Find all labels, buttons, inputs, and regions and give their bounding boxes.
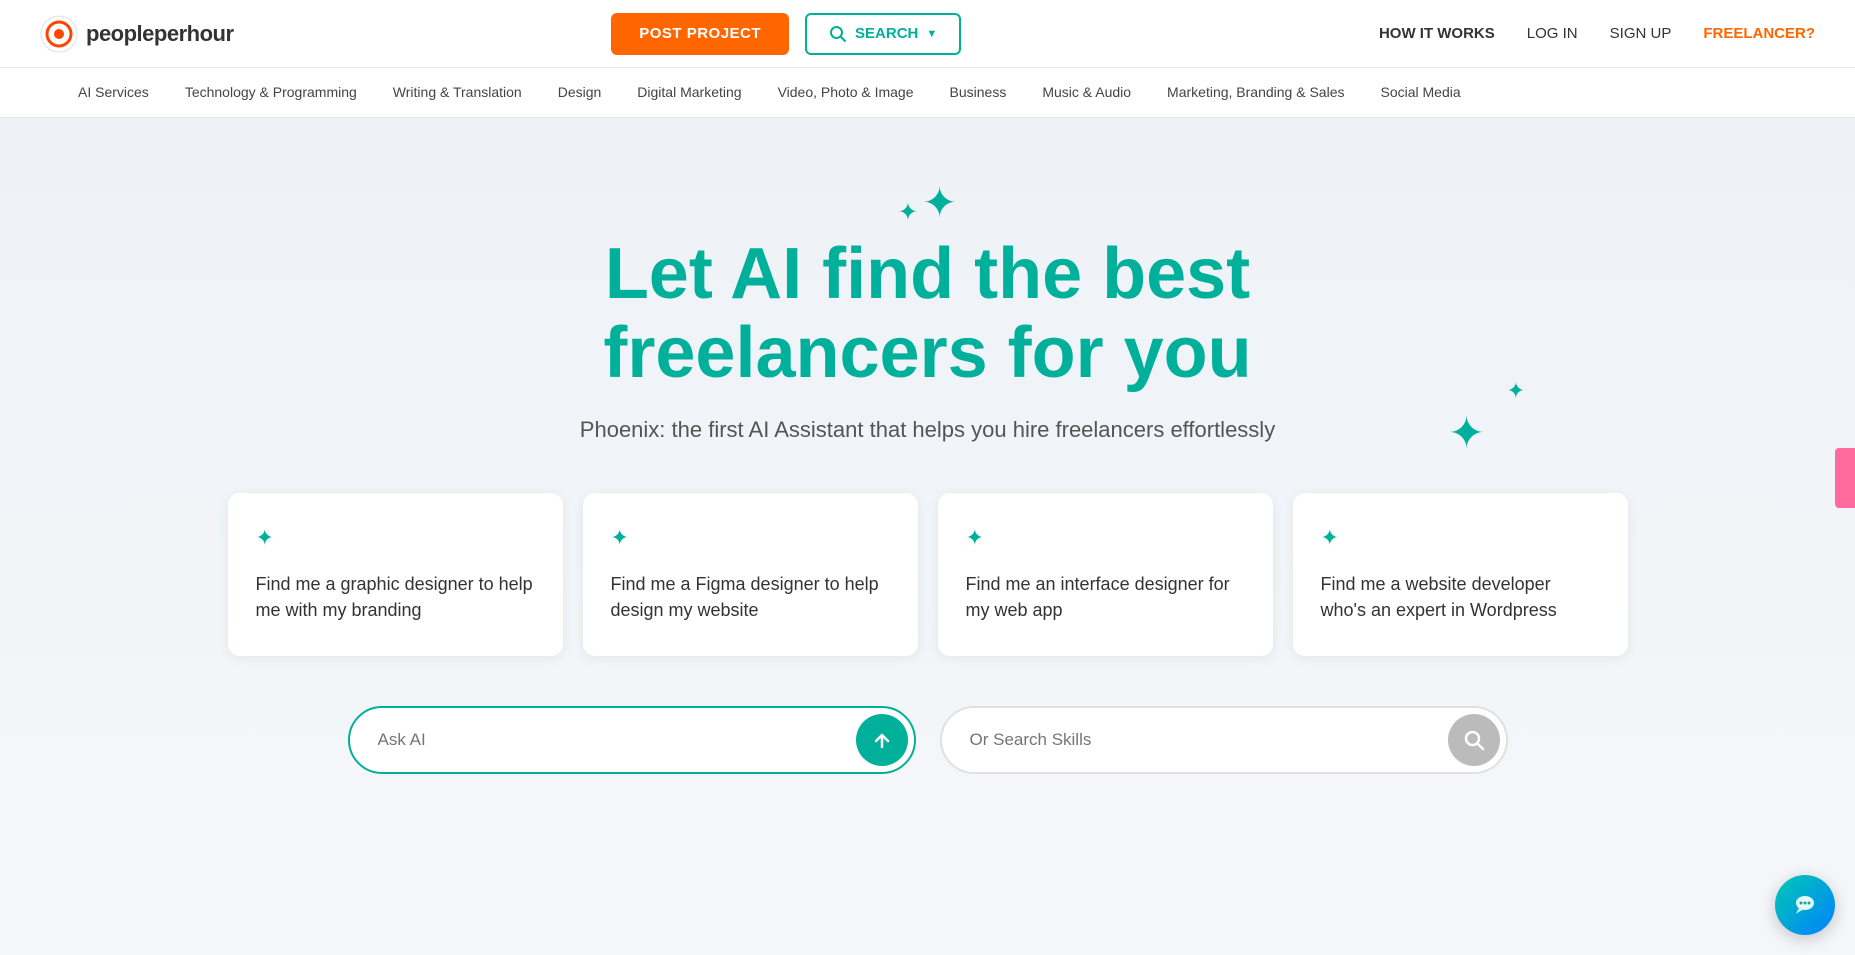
arrow-up-icon — [871, 729, 893, 751]
hero-subtitle: Phoenix: the first AI Assistant that hel… — [580, 417, 1275, 443]
chat-icon — [1789, 889, 1821, 921]
freelancer-link[interactable]: FREELANCER? — [1703, 25, 1815, 42]
sparkle-icon-right-small: ✦ — [1507, 378, 1525, 404]
login-link[interactable]: LOG IN — [1527, 25, 1578, 42]
category-writing-translation[interactable]: Writing & Translation — [375, 68, 540, 118]
logo-text: peopleperhour — [86, 21, 234, 47]
ai-submit-button[interactable] — [856, 714, 908, 766]
ai-input[interactable] — [378, 730, 856, 750]
header: peopleperhour POST PROJECT SEARCH ▼ HOW … — [0, 0, 1855, 68]
logo[interactable]: peopleperhour — [40, 15, 234, 53]
sparkle-icon-small: ✦ — [898, 198, 918, 227]
search-button[interactable]: SEARCH ▼ — [805, 13, 961, 55]
header-nav: HOW IT WORKS LOG IN SIGN UP FREELANCER? — [1379, 25, 1815, 42]
chat-button[interactable] — [1775, 875, 1835, 935]
category-music-audio[interactable]: Music & Audio — [1024, 68, 1149, 118]
search-label: SEARCH — [855, 25, 918, 42]
skills-search-icon — [1463, 729, 1485, 751]
skills-input[interactable] — [970, 730, 1448, 750]
category-video-photo-image[interactable]: Video, Photo & Image — [760, 68, 932, 118]
suggestion-card-1[interactable]: ✦ Find me a Figma designer to help desig… — [583, 493, 918, 655]
sparkle-icon-large: ✦ — [922, 178, 957, 227]
category-ai-services[interactable]: AI Services — [60, 68, 167, 118]
chevron-down-icon: ▼ — [926, 28, 937, 40]
card-text-2: Find me an interface designer for my web… — [966, 571, 1245, 623]
sparkle-group-top: ✦ ✦ — [898, 178, 957, 227]
search-icon — [829, 25, 847, 43]
suggestion-card-2[interactable]: ✦ Find me an interface designer for my w… — [938, 493, 1273, 655]
category-social-media[interactable]: Social Media — [1362, 68, 1478, 118]
card-sparkle-3: ✦ — [1321, 525, 1600, 551]
card-sparkle-1: ✦ — [611, 525, 890, 551]
category-marketing-branding[interactable]: Marketing, Branding & Sales — [1149, 68, 1362, 118]
sparkle-icon-right: ✦ — [1448, 408, 1485, 459]
logo-icon — [40, 15, 78, 53]
signup-link[interactable]: SIGN UP — [1610, 25, 1672, 42]
input-area — [328, 706, 1528, 774]
card-text-1: Find me a Figma designer to help design … — [611, 571, 890, 623]
category-business[interactable]: Business — [932, 68, 1025, 118]
skills-input-wrapper — [940, 706, 1508, 774]
category-digital-marketing[interactable]: Digital Marketing — [619, 68, 759, 118]
pink-sidebar-element — [1835, 448, 1855, 508]
ai-input-wrapper — [348, 706, 916, 774]
hero-title: Let AI find the best freelancers for you — [603, 235, 1251, 393]
card-sparkle-2: ✦ — [966, 525, 1245, 551]
card-text-0: Find me a graphic designer to help me wi… — [256, 571, 535, 623]
header-center: POST PROJECT SEARCH ▼ — [234, 13, 1339, 55]
skills-search-button[interactable] — [1448, 714, 1500, 766]
card-text-3: Find me a website developer who's an exp… — [1321, 571, 1600, 623]
how-it-works-link[interactable]: HOW IT WORKS — [1379, 25, 1495, 42]
card-sparkle-0: ✦ — [256, 525, 535, 551]
suggestion-card-3[interactable]: ✦ Find me a website developer who's an e… — [1293, 493, 1628, 655]
suggestion-cards: ✦ Find me a graphic designer to help me … — [228, 493, 1628, 655]
hero-section: ✦ ✦ Let AI find the best freelancers for… — [0, 118, 1855, 814]
post-project-button[interactable]: POST PROJECT — [611, 13, 789, 55]
suggestion-card-0[interactable]: ✦ Find me a graphic designer to help me … — [228, 493, 563, 655]
category-technology-programming[interactable]: Technology & Programming — [167, 68, 375, 118]
category-design[interactable]: Design — [540, 68, 620, 118]
category-nav: AI Services Technology & Programming Wri… — [0, 68, 1855, 118]
